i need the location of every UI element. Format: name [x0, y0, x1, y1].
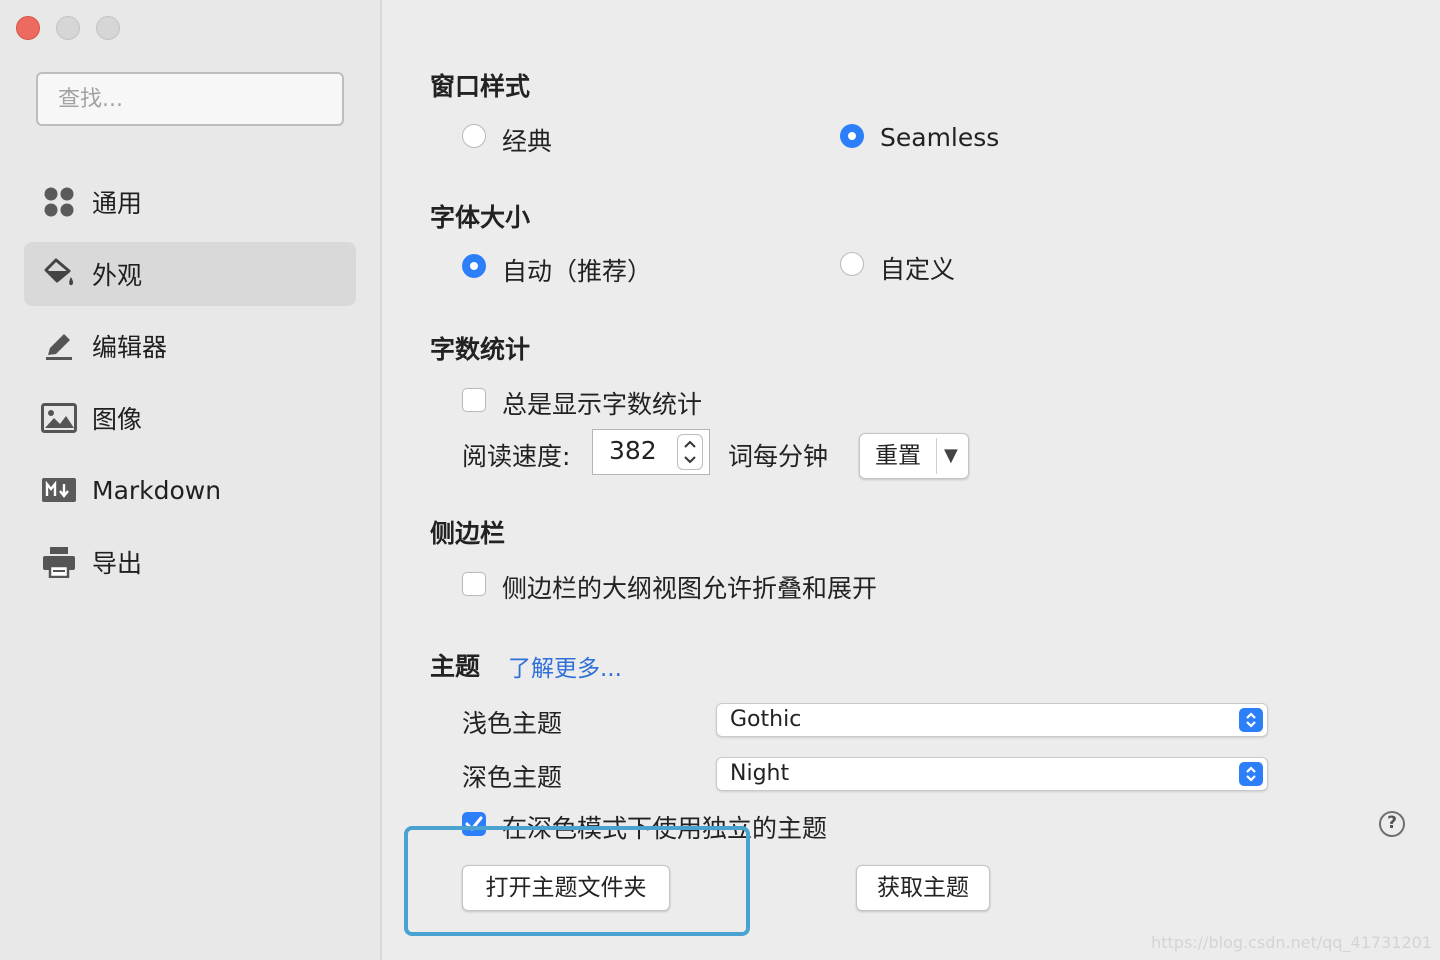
dark-theme-value: Night: [730, 761, 790, 786]
outline-collapse-checkbox[interactable]: [462, 572, 486, 596]
search-input[interactable]: [36, 72, 344, 126]
font-size-custom-label: 自定义: [880, 255, 956, 284]
window-style-title: 窗口样式: [430, 72, 531, 101]
grid-icon: [40, 183, 78, 221]
window-style-classic-radio[interactable]: [462, 124, 486, 148]
pencil-icon: [40, 327, 78, 365]
light-theme-value: Gothic: [730, 707, 802, 732]
reading-speed-label: 阅读速度:: [462, 442, 571, 471]
up-down-chevron-icon: [684, 440, 696, 464]
window-style-seamless-radio[interactable]: [840, 124, 864, 148]
sidebar-item-appearance[interactable]: 外观: [24, 242, 356, 306]
zoom-window-button[interactable]: [96, 16, 120, 40]
always-show-word-count-label: 总是显示字数统计: [502, 390, 703, 419]
sidebar-item-label: 外观: [92, 261, 143, 290]
image-icon: [40, 399, 78, 437]
paint-bucket-icon: [40, 255, 78, 293]
dark-theme-select[interactable]: Night: [716, 757, 1268, 791]
get-themes-button[interactable]: 获取主题: [856, 865, 990, 911]
light-theme-select[interactable]: Gothic: [716, 703, 1268, 737]
dark-theme-label: 深色主题: [462, 763, 563, 792]
printer-icon: [40, 543, 78, 581]
font-size-title: 字体大小: [430, 203, 531, 232]
sidebar-item-label: 图像: [92, 405, 143, 434]
sidebar-item-image[interactable]: 图像: [24, 386, 356, 450]
sidebar: 通用 外观 编辑器: [0, 0, 382, 960]
font-size-auto-label: 自动（推荐）: [502, 257, 653, 286]
stepper-arrows[interactable]: [677, 434, 703, 470]
select-chevron-icon: [1239, 762, 1263, 786]
sidebar-item-label: Markdown: [92, 475, 222, 505]
close-window-button[interactable]: [16, 16, 40, 40]
reading-speed-stepper[interactable]: 382: [592, 429, 710, 475]
preferences-window: 通用 外观 编辑器: [0, 0, 1440, 960]
outline-collapse-label: 侧边栏的大纲视图允许折叠和展开: [502, 574, 878, 603]
sidebar-item-export[interactable]: 导出: [24, 530, 356, 594]
light-theme-label: 浅色主题: [462, 709, 563, 738]
theme-title: 主题: [430, 652, 481, 681]
word-count-title: 字数统计: [430, 335, 531, 364]
reset-button[interactable]: 重置: [860, 434, 936, 478]
watermark: https://blog.csdn.net/qq_41731201: [1151, 933, 1432, 952]
always-show-word-count-checkbox[interactable]: [462, 388, 486, 412]
sidebar-item-editor[interactable]: 编辑器: [24, 314, 356, 378]
sidebar-item-general[interactable]: 通用: [24, 170, 356, 234]
sidebar-item-markdown[interactable]: Markdown: [24, 458, 356, 522]
select-chevron-icon: [1239, 708, 1263, 732]
dropdown-arrow-icon[interactable]: ▼: [944, 445, 958, 466]
markdown-icon: [40, 471, 78, 509]
highlight-annotation-box: [404, 826, 750, 936]
split-divider: [936, 438, 937, 474]
words-per-minute-label: 词每分钟: [728, 442, 829, 471]
help-icon[interactable]: ?: [1379, 811, 1405, 837]
sidebar-item-label: 通用: [92, 189, 143, 218]
minimize-window-button[interactable]: [56, 16, 80, 40]
font-size-custom-radio[interactable]: [840, 252, 864, 276]
window-style-classic-label: 经典: [502, 127, 553, 156]
font-size-auto-radio[interactable]: [462, 254, 486, 278]
sidebar-item-label: 编辑器: [92, 333, 168, 362]
reading-speed-value: 382: [609, 436, 657, 465]
appearance-panel: 窗口样式 经典 Seamless 字体大小 自动（推荐） 自定义 字数统计 总是…: [382, 0, 1440, 960]
learn-more-link[interactable]: 了解更多...: [508, 649, 622, 683]
sidebar-item-label: 导出: [92, 549, 143, 578]
reset-split-button[interactable]: 重置 ▼: [859, 433, 969, 479]
window-style-seamless-label: Seamless: [880, 123, 1000, 152]
sidebar-section-title: 侧边栏: [430, 519, 506, 548]
